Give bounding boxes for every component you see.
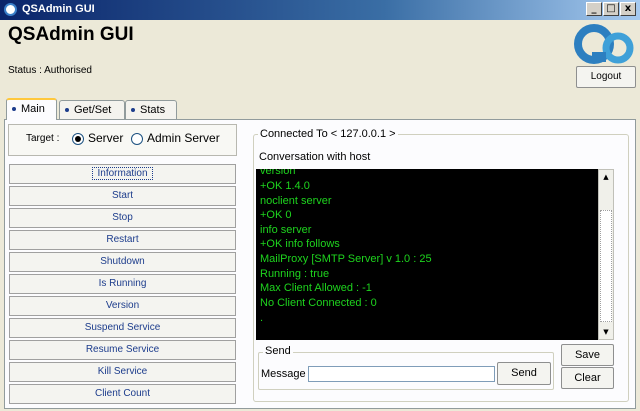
console-line: MailProxy [SMTP Server] v 1.0 : 25 bbox=[260, 253, 432, 265]
restart-button[interactable]: Restart bbox=[9, 230, 236, 250]
console-line: version bbox=[260, 169, 296, 177]
conversation-console[interactable]: version +OK 1.4.0 noclient server +OK 0 … bbox=[256, 169, 598, 340]
console-line: +OK info follows bbox=[260, 238, 340, 250]
stop-button[interactable]: Stop bbox=[9, 208, 236, 228]
send-group-label: Send bbox=[263, 345, 293, 357]
console-scrollbar[interactable]: ▲ ▼ bbox=[598, 169, 614, 340]
scroll-up-icon[interactable]: ▲ bbox=[599, 170, 613, 184]
qsadmin-logo bbox=[574, 24, 634, 64]
conversation-label: Conversation with host bbox=[259, 151, 371, 163]
connected-to-label: Connected To < 127.0.0.1 > bbox=[258, 128, 398, 140]
scroll-thumb[interactable] bbox=[600, 210, 612, 322]
scroll-down-icon[interactable]: ▼ bbox=[599, 325, 613, 339]
shutdown-button[interactable]: Shutdown bbox=[9, 252, 236, 272]
console-line: Max Client Allowed : -1 bbox=[260, 282, 372, 294]
status-text: Status : Authorised bbox=[8, 65, 92, 76]
tab-dot-icon bbox=[65, 108, 69, 113]
console-line: Running : true bbox=[260, 268, 330, 280]
information-button[interactable]: Information bbox=[9, 164, 236, 184]
version-button[interactable]: Version bbox=[9, 296, 236, 316]
console-line: No Client Connected : 0 bbox=[260, 297, 377, 309]
console-line: info server bbox=[260, 224, 312, 236]
logout-button[interactable]: Logout bbox=[576, 66, 636, 88]
admin-server-radio[interactable] bbox=[131, 133, 143, 145]
console-line: +OK 0 bbox=[260, 209, 292, 221]
tab-stats[interactable]: Stats bbox=[125, 100, 177, 119]
clear-button[interactable]: Clear bbox=[561, 367, 614, 389]
admin-server-radio-label[interactable]: Admin Server bbox=[147, 131, 220, 145]
send-button[interactable]: Send bbox=[497, 362, 551, 385]
kill-service-button[interactable]: Kill Service bbox=[9, 362, 236, 382]
title-bar: QSAdmin GUI _ □ x bbox=[0, 0, 640, 20]
app-icon bbox=[4, 3, 17, 16]
close-button[interactable]: x bbox=[620, 2, 636, 16]
window-title: QSAdmin GUI bbox=[22, 3, 95, 15]
maximize-button[interactable]: □ bbox=[603, 2, 619, 16]
tab-main[interactable]: Main bbox=[6, 98, 57, 120]
start-button[interactable]: Start bbox=[9, 186, 236, 206]
save-button[interactable]: Save bbox=[561, 344, 614, 366]
message-input[interactable] bbox=[308, 366, 495, 382]
client-count-button[interactable]: Client Count bbox=[9, 384, 236, 404]
message-label: Message bbox=[261, 368, 306, 380]
console-line: +OK 1.4.0 bbox=[260, 180, 310, 192]
target-label: Target : bbox=[26, 133, 60, 144]
server-radio[interactable] bbox=[72, 133, 84, 145]
tab-stats-label: Stats bbox=[140, 104, 166, 116]
tab-dot-icon bbox=[12, 107, 16, 112]
suspend-service-button[interactable]: Suspend Service bbox=[9, 318, 236, 338]
tab-main-label: Main bbox=[21, 103, 45, 115]
tab-dot-icon bbox=[131, 108, 135, 113]
console-line: noclient server bbox=[260, 195, 332, 207]
tab-get-set-label: Get/Set bbox=[74, 104, 112, 116]
tab-get-set[interactable]: Get/Set bbox=[59, 100, 125, 119]
server-radio-label[interactable]: Server bbox=[88, 131, 123, 145]
app-title: QSAdmin GUI bbox=[8, 24, 134, 45]
is-running-button[interactable]: Is Running bbox=[9, 274, 236, 294]
resume-service-button[interactable]: Resume Service bbox=[9, 340, 236, 360]
minimize-button[interactable]: _ bbox=[586, 2, 602, 16]
console-line: . bbox=[260, 312, 264, 324]
